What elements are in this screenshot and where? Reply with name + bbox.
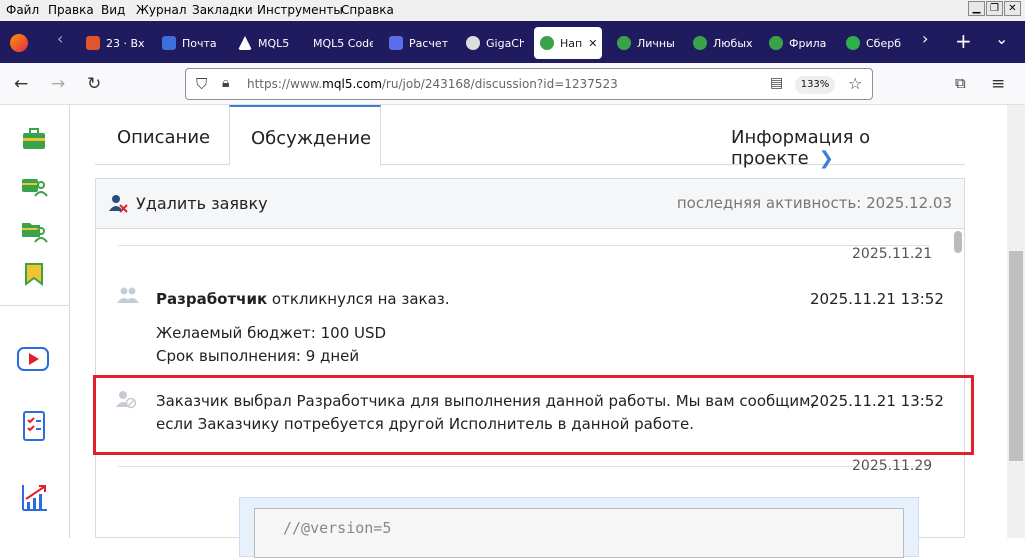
mail-icon	[86, 36, 100, 50]
tab-project-info[interactable]: Информация о проекте ❯	[731, 127, 965, 169]
tabs-scroll-left-icon[interactable]: ‹	[57, 29, 63, 48]
new-tab-icon[interactable]: +	[955, 29, 972, 53]
menu-bookmarks[interactable]: Закладки	[192, 3, 253, 17]
tab-description[interactable]: Описание	[117, 127, 210, 148]
sidebar-divider	[0, 305, 70, 306]
zoom-badge[interactable]: 133%	[795, 76, 835, 94]
tab-mql5[interactable]: MQL5	[238, 27, 298, 59]
menu-help[interactable]: Справка	[341, 3, 394, 17]
tab-pochta[interactable]: Почта	[162, 27, 222, 59]
menu-history[interactable]: Журнал	[136, 3, 187, 17]
tab-list-icon[interactable]: ⌄	[995, 29, 1008, 48]
back-icon[interactable]: ←	[14, 74, 28, 94]
forward-icon[interactable]: →	[51, 74, 65, 94]
remove-user-icon[interactable]	[108, 193, 128, 217]
bookmark-flag-icon[interactable]	[20, 260, 48, 288]
highlight-annotation	[93, 375, 974, 455]
tab-lichny[interactable]: Личны	[617, 27, 677, 59]
minimize-button[interactable]: ▁	[968, 1, 985, 16]
date-header: 2025.11.29	[852, 458, 933, 474]
warning-icon	[238, 36, 252, 50]
navigation-bar: ← → ↻ ⛉ 🔒︎ https://www.mql5.com/ru/job/2…	[0, 63, 1025, 105]
tab-lyubykh[interactable]: Любых	[693, 27, 753, 59]
menu-edit[interactable]: Правка	[48, 3, 94, 17]
url-bar[interactable]: ⛉ 🔒︎ https://www.mql5.com/ru/job/243168/…	[185, 68, 873, 100]
menu-view[interactable]: Вид	[101, 3, 125, 17]
site-icon	[693, 36, 707, 50]
bookmark-star-icon[interactable]: ☆	[848, 74, 862, 93]
site-sidebar	[0, 105, 70, 538]
desired-budget: Желаемый бюджет: 100 USD	[156, 324, 387, 342]
video-play-icon[interactable]	[17, 345, 49, 373]
restore-button[interactable]: ❐	[986, 1, 1003, 16]
site-icon	[846, 36, 860, 50]
tab-mql5-code[interactable]: MQL5 Code	[313, 27, 373, 59]
site-icon	[769, 36, 783, 50]
date-separator	[118, 245, 930, 246]
url-text[interactable]: https://www.mql5.com/ru/job/243168/discu…	[247, 77, 618, 91]
tab-frila[interactable]: Фрила	[769, 27, 829, 59]
tab-active[interactable]: Нап ✕	[534, 27, 602, 59]
chevron-right-icon: ❯	[818, 148, 834, 169]
users-group-icon	[117, 286, 139, 308]
tab-mail[interactable]: 23 · Вх	[86, 27, 146, 59]
extensions-icon[interactable]: ⧉	[955, 74, 966, 92]
deadline: Срок выполнения: 9 дней	[156, 347, 360, 365]
folder-user-icon[interactable]	[20, 215, 48, 243]
mail-icon	[162, 36, 176, 50]
reload-icon[interactable]: ↻	[87, 74, 101, 94]
project-tabs: Описание Обсуждение Информация о проекте…	[95, 105, 965, 169]
site-icon	[617, 36, 631, 50]
tab-raschet[interactable]: Расчет	[389, 27, 449, 59]
code-attachment: //@version=5	[239, 497, 919, 558]
tab-gigachat[interactable]: GigaCh	[466, 27, 524, 59]
reader-view-icon[interactable]: ▤	[770, 75, 783, 91]
firefox-icon[interactable]	[10, 34, 28, 52]
menu-bar: Файл Правка Вид Журнал Закладки Инструме…	[0, 0, 1025, 21]
hamburger-menu-icon[interactable]: ≡	[991, 74, 1005, 94]
developer-name[interactable]: Разработчик	[156, 290, 267, 308]
message-developer-responded: Разработчик откликнулся на заказ.	[156, 290, 450, 308]
page-scroll-thumb[interactable]	[1009, 251, 1023, 461]
panel-scroll-thumb[interactable]	[954, 231, 962, 253]
briefcase-icon[interactable]	[20, 125, 48, 153]
menu-tools[interactable]: Инструменты	[257, 3, 343, 17]
checklist-icon[interactable]	[20, 410, 48, 441]
shield-icon[interactable]: ⛉	[196, 75, 207, 93]
date-separator	[118, 466, 930, 467]
tab-discussion[interactable]: Обсуждение	[229, 105, 381, 166]
briefcase-user-icon[interactable]	[20, 170, 48, 198]
tab-sberbank[interactable]: Сберб	[846, 27, 906, 59]
site-icon	[389, 36, 403, 50]
date-header: 2025.11.21	[852, 246, 933, 262]
lock-icon[interactable]: 🔒︎	[222, 75, 229, 91]
close-window-button[interactable]: ✕	[1004, 1, 1021, 16]
close-tab-icon[interactable]: ✕	[588, 37, 597, 50]
code-block[interactable]: //@version=5	[254, 508, 904, 558]
page-scrollbar[interactable]	[1007, 105, 1025, 538]
delete-application-link[interactable]: Удалить заявку	[136, 194, 268, 213]
site-icon	[466, 36, 480, 50]
menu-file[interactable]: Файл	[6, 3, 39, 17]
panel-header: Удалить заявку последняя активность: 202…	[96, 179, 964, 229]
site-icon	[540, 36, 554, 50]
chart-growth-icon[interactable]	[20, 483, 48, 511]
last-activity: последняя активность: 2025.12.03	[676, 194, 952, 212]
browser-tab-bar: ‹ 23 · Вх Почта MQL5 MQL5 Code Расчет Gi…	[0, 21, 1025, 63]
tabs-scroll-right-icon[interactable]: ›	[922, 29, 928, 48]
message-time: 2025.11.21 13:52	[810, 290, 944, 308]
